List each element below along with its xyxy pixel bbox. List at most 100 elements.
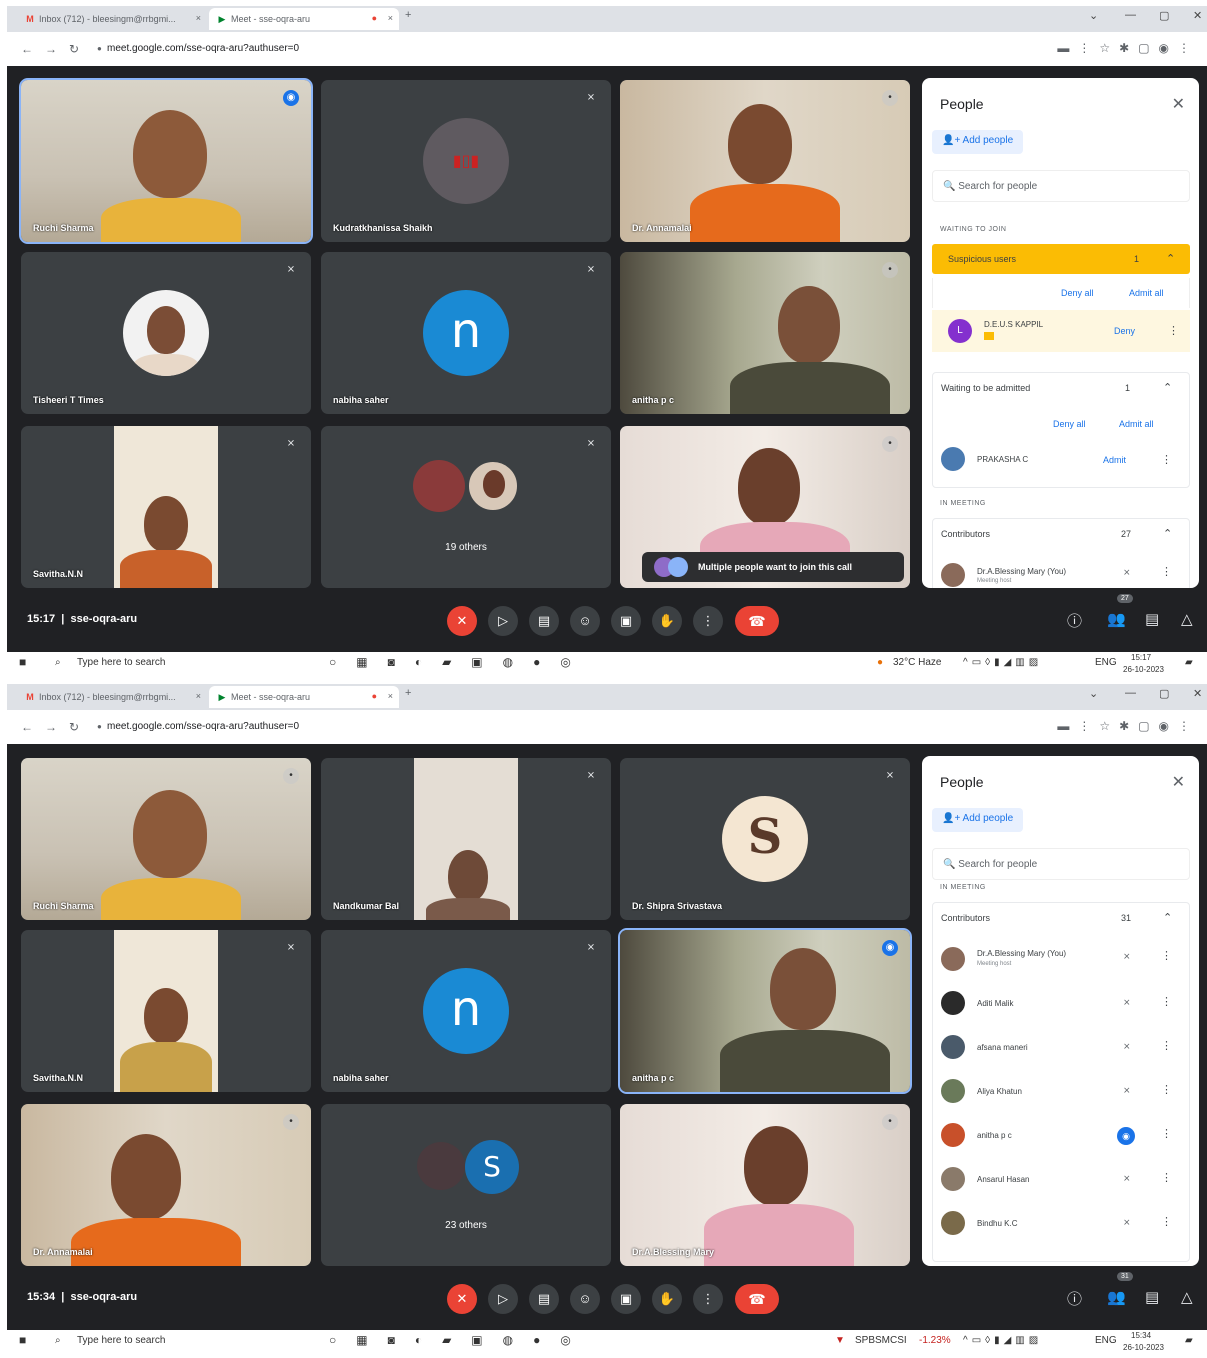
minimize-icon[interactable]: — (1125, 9, 1136, 21)
leave-call-button[interactable]: ☎ (735, 1284, 779, 1314)
video-tile[interactable]: S ⨯ Dr. Shipra Srivastava (620, 758, 910, 920)
maximize-icon[interactable]: ▢ (1159, 687, 1169, 700)
video-tile[interactable]: ⨯ Nandkumar Bal (321, 758, 611, 920)
windows-start-icon[interactable]: ■ (19, 655, 26, 669)
chevron-up-icon[interactable]: ⌃ (1163, 381, 1172, 394)
notifications-icon[interactable]: ▰ (1185, 657, 1193, 668)
more-vert-icon[interactable]: ⋮ (1161, 1171, 1172, 1184)
deny-button[interactable]: Deny (1114, 326, 1135, 336)
url-field[interactable]: meet.google.com/sse-oqra-aru?authuser=0 (107, 721, 299, 732)
more-icon[interactable]: • (882, 90, 898, 106)
extensions-icons[interactable]: ▬⋮☆✱▢◉⋮ (1057, 41, 1199, 55)
more-icon[interactable]: • (283, 1114, 299, 1130)
video-tile[interactable]: ⨯ Tisheeri T Times (21, 252, 311, 414)
windows-start-icon[interactable]: ■ (19, 1333, 26, 1347)
present-button[interactable]: ▣ (611, 1284, 641, 1314)
more-icon[interactable]: • (283, 768, 299, 784)
emoji-button[interactable]: ☺ (570, 1284, 600, 1314)
chevron-up-icon[interactable]: ⌃ (1163, 527, 1172, 540)
tab-gmail[interactable]: M Inbox (712) - bleesingm@rrbgmi... × (17, 8, 207, 30)
taskbar-search[interactable]: Type here to search (77, 1335, 165, 1346)
reload-icon[interactable]: ↻ (69, 42, 79, 56)
forward-icon[interactable]: → (45, 720, 57, 734)
video-tile[interactable]: ⨯ Savitha.N.N (21, 930, 311, 1092)
leave-call-button[interactable]: ☎ (735, 606, 779, 636)
tab-meet[interactable]: ▶ Meet - sse-oqra-aru ● × (209, 8, 399, 30)
close-tab-icon[interactable]: × (196, 13, 201, 23)
close-tab-icon[interactable]: × (388, 691, 393, 701)
tab-search-icon[interactable]: ⌄ (1089, 687, 1098, 700)
more-vert-icon[interactable]: ⋮ (1161, 995, 1172, 1008)
close-icon[interactable]: ✕ (1172, 772, 1185, 792)
add-people-button[interactable]: 👤+ Add people (932, 130, 1024, 154)
more-vert-icon[interactable]: ⋮ (1168, 324, 1179, 337)
raise-hand-button[interactable]: ✋ (652, 606, 682, 636)
new-tab-button[interactable]: + (405, 687, 411, 699)
video-tile[interactable]: • Dr.A.Blessing Mary (620, 1104, 910, 1266)
video-tile[interactable]: n ⨯ nabiha saher (321, 252, 611, 414)
video-tile[interactable]: • Dr. Annamalai (620, 80, 910, 242)
reload-icon[interactable]: ↻ (69, 720, 79, 734)
others-tile[interactable]: S 23 others (321, 1104, 611, 1266)
more-vert-icon[interactable]: ⋮ (1161, 453, 1172, 466)
raise-hand-button[interactable]: ✋ (652, 1284, 682, 1314)
extensions-icons[interactable]: ▬⋮☆✱▢◉⋮ (1057, 719, 1199, 733)
captions-button[interactable]: ▤ (529, 1284, 559, 1314)
camera-button[interactable]: ▷ (488, 606, 518, 636)
admit-button[interactable]: Admit (1103, 455, 1126, 465)
admit-all-button[interactable]: Admit all (1119, 419, 1154, 429)
tab-search-icon[interactable]: ⌄ (1089, 9, 1098, 22)
admit-all-button[interactable]: Admit all (1129, 288, 1164, 298)
activities-icon[interactable]: △ (1181, 610, 1193, 628)
suspicious-users-header[interactable]: Suspicious users 1 ⌃ (932, 244, 1190, 274)
captions-button[interactable]: ▤ (529, 606, 559, 636)
new-tab-button[interactable]: + (405, 9, 411, 21)
camera-button[interactable]: ▷ (488, 1284, 518, 1314)
system-tray-icons[interactable]: ^▭◊▮◢▥▨ (963, 1335, 1042, 1346)
close-window-icon[interactable]: ✕ (1193, 9, 1202, 22)
more-icon[interactable]: • (882, 262, 898, 278)
minimize-icon[interactable]: — (1125, 687, 1136, 699)
more-vert-icon[interactable]: ⋮ (1161, 1127, 1172, 1140)
more-options-button[interactable]: ⋮ (693, 606, 723, 636)
info-icon[interactable]: ⓘ (1067, 610, 1082, 631)
close-tab-icon[interactable]: × (196, 691, 201, 701)
close-icon[interactable]: ✕ (1172, 94, 1185, 114)
people-icon[interactable]: 👥 (1107, 1288, 1126, 1306)
more-icon[interactable]: • (882, 436, 898, 452)
people-icon[interactable]: 👥 (1107, 610, 1126, 628)
video-tile[interactable]: n ⨯ nabiha saher (321, 930, 611, 1092)
others-tile[interactable]: ⨯ 19 others (321, 426, 611, 588)
tab-gmail[interactable]: M Inbox (712) - bleesingm@rrbgmi... × (17, 686, 207, 708)
video-tile[interactable]: ⨯ Savitha.N.N (21, 426, 311, 588)
deny-all-button[interactable]: Deny all (1053, 419, 1086, 429)
taskbar-search[interactable]: Type here to search (77, 657, 165, 668)
back-icon[interactable]: ← (21, 720, 33, 734)
close-tab-icon[interactable]: × (388, 13, 393, 23)
maximize-icon[interactable]: ▢ (1159, 9, 1169, 22)
add-people-button[interactable]: 👤+ Add people (932, 808, 1024, 832)
present-button[interactable]: ▣ (611, 606, 641, 636)
video-tile[interactable]: ▮▯▮ ⨯ Kudratkhanissa Shaikh (321, 80, 611, 242)
more-vert-icon[interactable]: ⋮ (1161, 565, 1172, 578)
more-options-button[interactable]: ⋮ (693, 1284, 723, 1314)
close-window-icon[interactable]: ✕ (1193, 687, 1202, 700)
more-vert-icon[interactable]: ⋮ (1161, 949, 1172, 962)
more-vert-icon[interactable]: ⋮ (1161, 1039, 1172, 1052)
forward-icon[interactable]: → (45, 42, 57, 56)
video-tile[interactable]: • Ruchi Sharma (21, 758, 311, 920)
video-tile[interactable]: • anitha p c (620, 252, 910, 414)
more-icon[interactable]: • (882, 1114, 898, 1130)
chat-icon[interactable]: ▤ (1145, 1288, 1159, 1306)
join-request-toast[interactable]: Multiple people want to join this call (642, 552, 904, 582)
video-tile[interactable]: • Dr. Annamalai (21, 1104, 311, 1266)
video-tile[interactable]: • Multiple people want to join this call (620, 426, 910, 588)
more-vert-icon[interactable]: ⋮ (1161, 1083, 1172, 1096)
info-icon[interactable]: ⓘ (1067, 1288, 1082, 1309)
search-people-input[interactable]: 🔍 Search for people (932, 170, 1190, 202)
more-vert-icon[interactable]: ⋮ (1161, 1215, 1172, 1228)
system-tray-icons[interactable]: ^▭◊▮◢▥▨ (963, 657, 1042, 668)
search-people-input[interactable]: 🔍 Search for people (932, 848, 1190, 880)
chevron-up-icon[interactable]: ⌃ (1166, 252, 1175, 265)
chevron-up-icon[interactable]: ⌃ (1163, 911, 1172, 924)
